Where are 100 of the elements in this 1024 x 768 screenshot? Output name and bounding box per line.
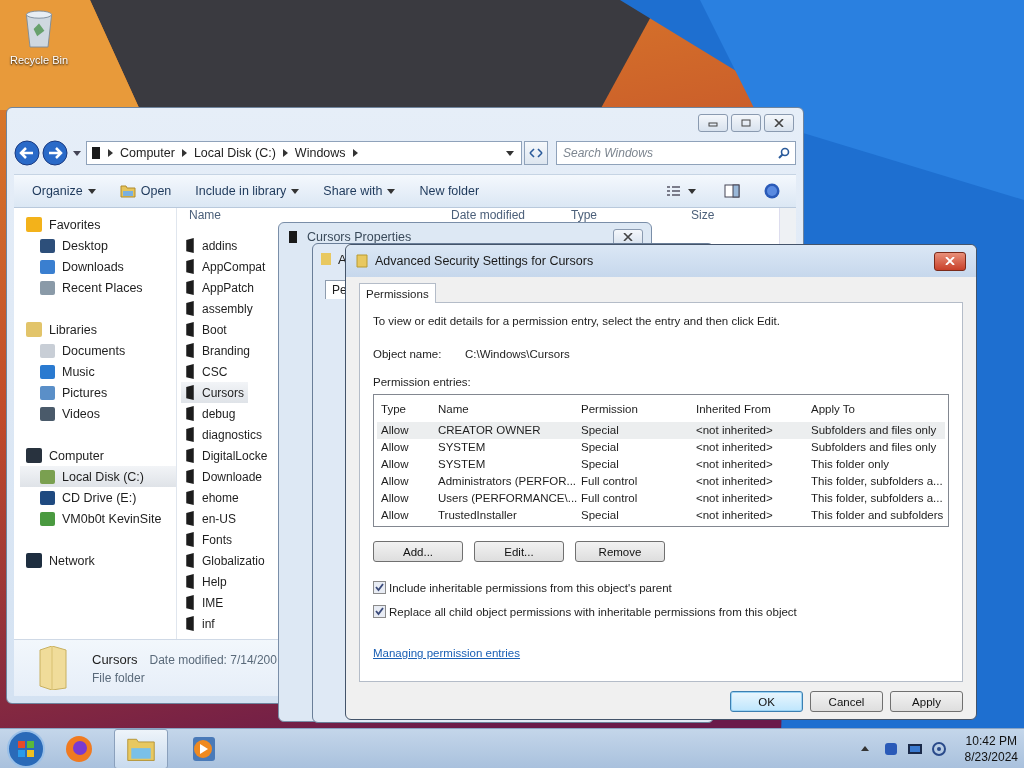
- column-header[interactable]: Name: [438, 403, 469, 415]
- file-item[interactable]: diagnostics: [181, 424, 267, 445]
- column-header[interactable]: Name: [189, 208, 221, 222]
- toolbar-button[interactable]: Include in library: [187, 184, 308, 198]
- nav-icon: [40, 238, 55, 253]
- table-cell: Special: [581, 441, 619, 453]
- caret-icon: [87, 188, 96, 194]
- file-item[interactable]: Fonts: [181, 529, 236, 550]
- toolbar-button[interactable]: New folder: [411, 184, 488, 198]
- nav-group[interactable]: Libraries: [26, 319, 176, 340]
- toolbar-button[interactable]: Share with: [315, 184, 404, 198]
- tab[interactable]: Permissions: [359, 283, 436, 303]
- dialog-button[interactable]: Cancel: [810, 691, 883, 712]
- close-button[interactable]: [934, 251, 966, 271]
- file-item[interactable]: IME: [181, 592, 228, 613]
- checkbox-label[interactable]: Include inheritable permissions from this object's parent: [389, 581, 672, 594]
- close-button[interactable]: [764, 114, 794, 132]
- toolbar-button[interactable]: Organize: [24, 184, 104, 198]
- history-dropdown-icon[interactable]: [73, 150, 81, 156]
- column-header[interactable]: Date modified: [451, 208, 526, 222]
- preview-pane-icon[interactable]: [724, 183, 740, 199]
- file-item[interactable]: AppCompat: [181, 256, 270, 277]
- show-hidden-icons-button[interactable]: [860, 746, 869, 751]
- checkbox[interactable]: [373, 581, 386, 594]
- help-link[interactable]: Managing permission entries: [373, 647, 521, 659]
- chevron-icon[interactable]: [352, 149, 358, 157]
- table-row[interactable]: Allow TrustedInstaller Special <not inherited> This folder and subfolders: [377, 507, 945, 524]
- breadcrumb[interactable]: Local Disk (C:): [193, 146, 276, 160]
- dialog-button[interactable]: Edit...: [474, 541, 564, 562]
- file-item[interactable]: Help: [181, 571, 231, 592]
- table-row[interactable]: Allow Administrators (PERFOR... Full control <not inherited> This folder, subfolders a...: [377, 473, 945, 490]
- table-row[interactable]: Allow CREATOR OWNER Special <not inherited> Subfolders and files only: [377, 422, 945, 439]
- details-name: Cursors: [92, 651, 138, 667]
- file-item[interactable]: Globalizatio: [181, 550, 269, 571]
- nav-item[interactable]: Downloads: [20, 256, 176, 277]
- close-icon: [945, 257, 955, 265]
- nav-group[interactable]: Network: [26, 550, 176, 571]
- nav-item[interactable]: Pictures: [20, 382, 176, 403]
- search-icon[interactable]: [778, 147, 790, 159]
- dialog-button[interactable]: Add...: [373, 541, 463, 562]
- table-row[interactable]: Allow Users (PERFORMANCE\... Full control <not inherited> This folder, subfolders a...: [377, 490, 945, 507]
- chevron-icon[interactable]: [181, 149, 187, 157]
- file-item[interactable]: DigitalLocke: [181, 445, 272, 466]
- dialog-button[interactable]: Remove: [575, 541, 665, 562]
- nav-item[interactable]: Music: [20, 361, 176, 382]
- nav-group[interactable]: Computer: [26, 445, 176, 466]
- chevron-icon[interactable]: [108, 149, 113, 157]
- clock-date[interactable]: 8/23/2024: [964, 749, 1018, 764]
- chevron-icon[interactable]: [282, 149, 288, 157]
- file-item[interactable]: ehome: [181, 487, 243, 508]
- column-header[interactable]: Size: [691, 208, 715, 222]
- tray-app-icon[interactable]: [882, 740, 899, 757]
- refresh-button[interactable]: [524, 141, 548, 165]
- file-item[interactable]: Boot: [181, 319, 231, 340]
- network-icon[interactable]: [930, 740, 947, 757]
- breadcrumb[interactable]: Computer: [120, 146, 175, 160]
- toolbar-button[interactable]: Open: [111, 184, 180, 198]
- nav-item[interactable]: Local Disk (C:): [20, 466, 176, 487]
- file-item[interactable]: debug: [181, 403, 240, 424]
- column-header[interactable]: Type: [381, 403, 406, 415]
- table-cell: Administrators (PERFOR...: [438, 475, 577, 487]
- dialog-button[interactable]: Apply: [890, 691, 963, 712]
- help-icon[interactable]: [764, 183, 780, 199]
- nav-item[interactable]: Videos: [20, 403, 176, 424]
- minimize-button[interactable]: [698, 114, 728, 132]
- nav-item[interactable]: VM0b0t KevinSite: [20, 508, 176, 529]
- clock-time[interactable]: 10:42 PM: [965, 733, 1017, 748]
- file-item[interactable]: Cursors: [181, 382, 248, 403]
- column-header[interactable]: Type: [571, 208, 597, 222]
- checkbox-label[interactable]: Replace all child object permissions with inheritable permissions from this object: [389, 605, 797, 618]
- address-field[interactable]: Computer Local Disk (C:) Windows: [86, 141, 522, 165]
- file-item[interactable]: assembly: [181, 298, 257, 319]
- file-item[interactable]: CSC: [181, 361, 232, 382]
- column-header[interactable]: Apply To: [811, 403, 855, 415]
- forward-button[interactable]: [42, 140, 68, 166]
- checkbox[interactable]: [373, 605, 386, 618]
- file-item[interactable]: inf: [181, 613, 219, 634]
- column-header[interactable]: Inherited From: [696, 403, 771, 415]
- column-header[interactable]: Permission: [581, 403, 638, 415]
- file-item[interactable]: Downloade: [181, 466, 267, 487]
- nav-group[interactable]: Favorites: [26, 214, 176, 235]
- back-button[interactable]: [14, 140, 40, 166]
- file-item[interactable]: AppPatch: [181, 277, 259, 298]
- file-item[interactable]: addins: [181, 235, 242, 256]
- table-row[interactable]: Allow SYSTEM Special <not inherited> Subfolders and files only: [377, 439, 945, 456]
- nav-item[interactable]: CD Drive (E:): [20, 487, 176, 508]
- file-item[interactable]: en-US: [181, 508, 240, 529]
- search-field[interactable]: Search Windows: [556, 141, 796, 165]
- nav-item[interactable]: Recent Places: [20, 277, 176, 298]
- dropdown-icon[interactable]: [506, 150, 514, 156]
- file-item[interactable]: Branding: [181, 340, 255, 361]
- nav-item[interactable]: Documents: [20, 340, 176, 361]
- view-options-icon[interactable]: [666, 185, 696, 197]
- nav-item[interactable]: Desktop: [20, 235, 176, 256]
- dialog-button[interactable]: OK: [730, 691, 803, 712]
- folder-icon: [185, 322, 195, 337]
- table-row[interactable]: Allow SYSTEM Special <not inherited> This folder only: [377, 456, 945, 473]
- table-cell: <not inherited>: [696, 424, 773, 436]
- start-button[interactable]: [6, 728, 46, 768]
- breadcrumb[interactable]: Windows: [294, 146, 346, 160]
